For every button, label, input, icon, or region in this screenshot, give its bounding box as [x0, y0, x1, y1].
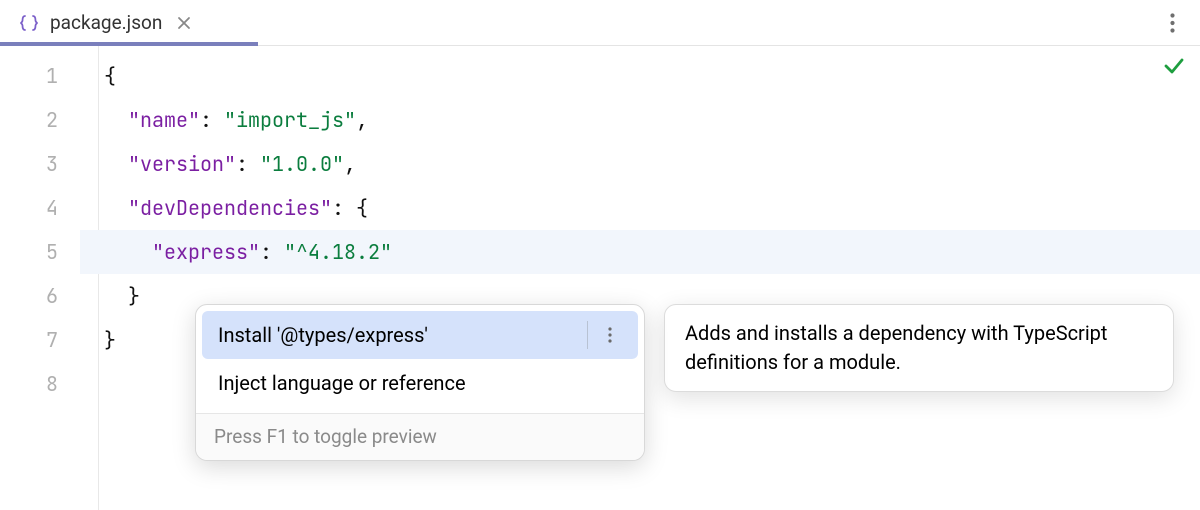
- intention-action-inject-language[interactable]: Inject language or reference: [202, 359, 638, 407]
- line-number: 1: [0, 54, 80, 98]
- popup-item-divider: [587, 321, 588, 349]
- tab-label: package.json: [50, 11, 162, 34]
- line-number-gutter: 1 2 3 4 5 6 7 8: [0, 46, 80, 510]
- intention-actions-popup: Install '@types/express' Inject language…: [195, 304, 645, 461]
- code-line[interactable]: "name": "import_js",: [80, 98, 1200, 142]
- code-line[interactable]: {: [80, 54, 1200, 98]
- line-number: 2: [0, 98, 80, 142]
- intention-action-label: Inject language or reference: [218, 371, 466, 395]
- options-kebab-icon[interactable]: [1158, 9, 1186, 37]
- intention-action-label: Install '@types/express': [218, 323, 428, 347]
- line-number: 8: [0, 362, 80, 406]
- line-number: 6: [0, 274, 80, 318]
- json-file-icon: [18, 12, 40, 34]
- close-icon[interactable]: [172, 11, 196, 35]
- code-line-current[interactable]: "express": "^4.18.2": [80, 230, 1200, 274]
- line-number: 4: [0, 186, 80, 230]
- line-number: 7: [0, 318, 80, 362]
- tooltip-text: Adds and installs a dependency with Type…: [685, 321, 1107, 374]
- intention-submenu-icon[interactable]: [598, 323, 622, 347]
- intention-action-install-types[interactable]: Install '@types/express': [202, 311, 638, 359]
- code-line[interactable]: "devDependencies": {: [80, 186, 1200, 230]
- code-line[interactable]: "version": "1.0.0",: [80, 142, 1200, 186]
- intention-tooltip: Adds and installs a dependency with Type…: [664, 304, 1174, 392]
- line-number: 3: [0, 142, 80, 186]
- inspection-ok-icon[interactable]: [1162, 54, 1186, 84]
- tab-package-json[interactable]: package.json: [0, 0, 214, 45]
- popup-footer-hint: Press F1 to toggle preview: [196, 414, 644, 460]
- tab-bar: package.json: [0, 0, 1200, 46]
- line-number: 5: [0, 230, 80, 274]
